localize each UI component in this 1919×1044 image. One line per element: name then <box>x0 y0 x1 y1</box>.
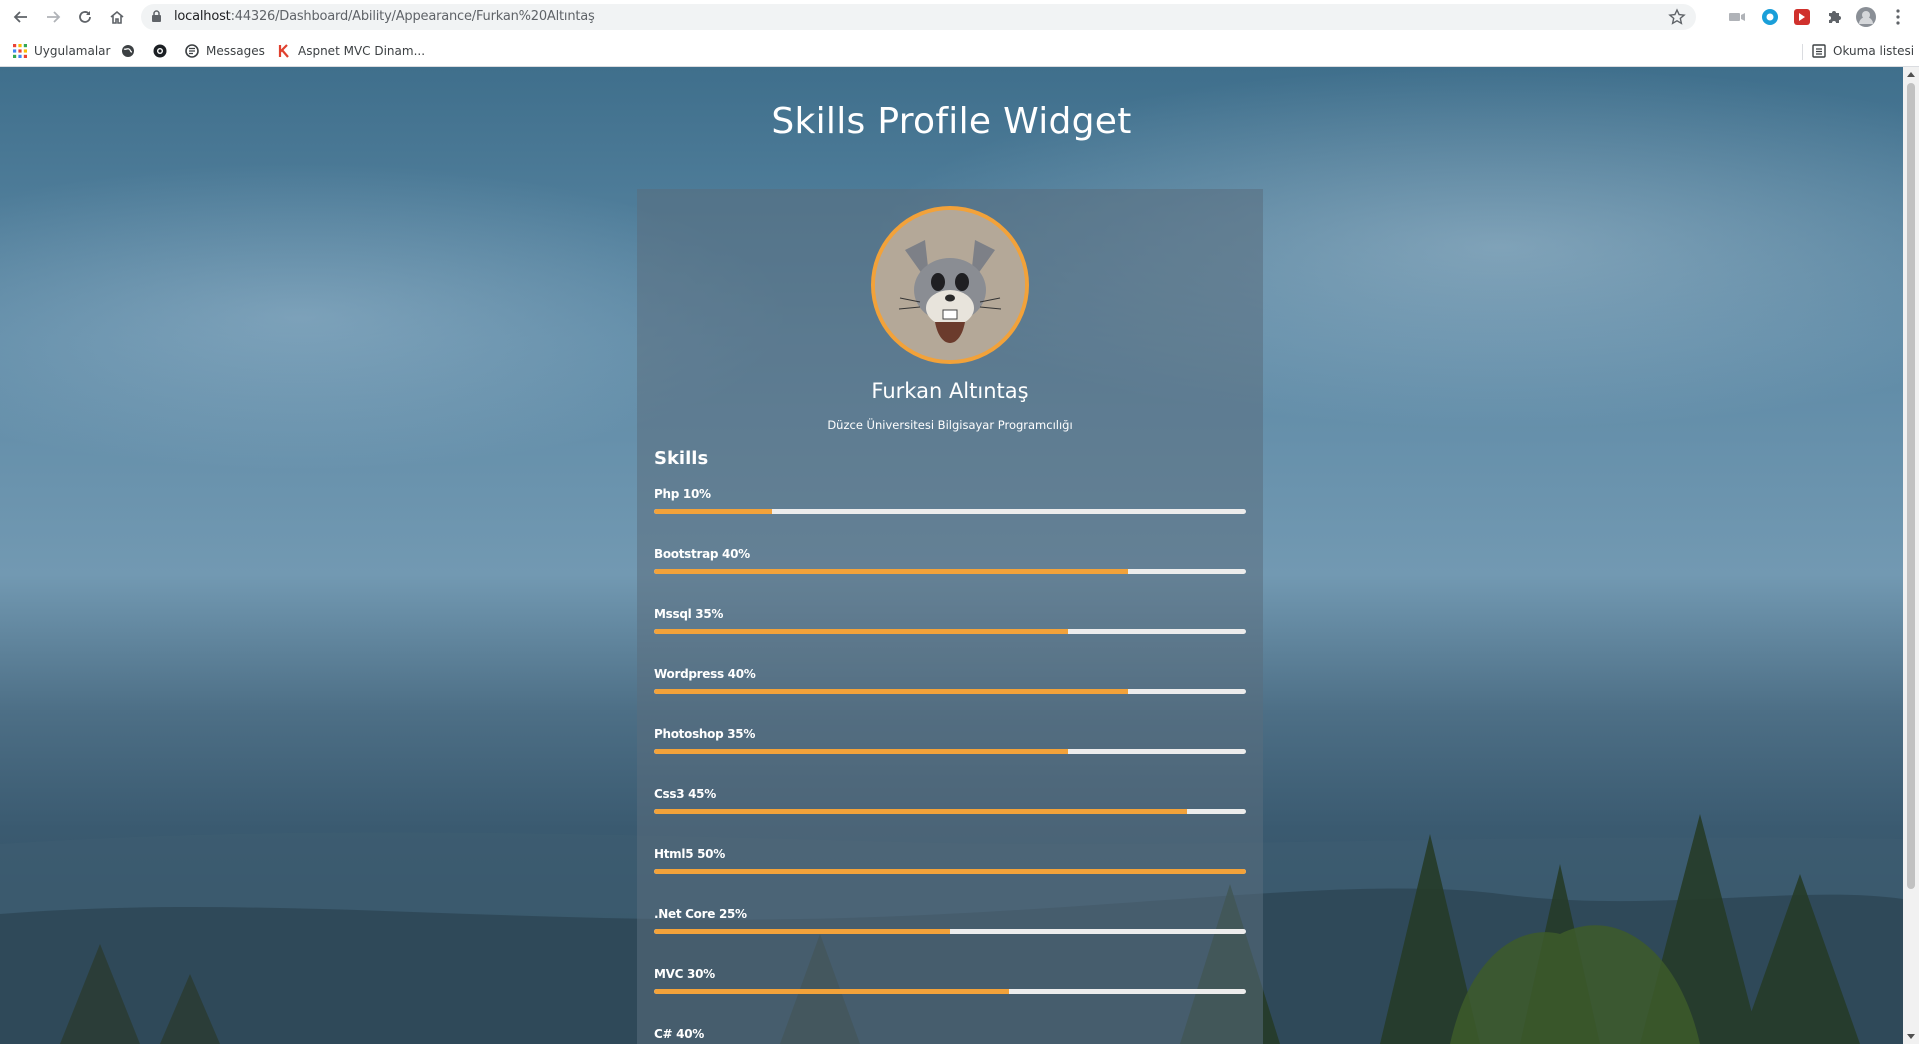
skill-progress-bar <box>654 929 1246 934</box>
skill-item: Photoshop 35% <box>654 727 1246 787</box>
skill-progress-bar <box>654 509 1246 514</box>
bookmark-globe[interactable] <box>121 41 142 61</box>
github-icon <box>153 44 167 58</box>
skill-item: Html5 50% <box>654 847 1246 907</box>
skill-item: Css3 45% <box>654 787 1246 847</box>
skill-label: Php 10% <box>654 487 711 501</box>
cast-icon[interactable] <box>1726 6 1748 28</box>
skill-label: Bootstrap 40% <box>654 547 750 561</box>
profile-name: Furkan Altıntaş <box>871 379 1029 403</box>
skill-label: Photoshop 35% <box>654 727 756 741</box>
skill-progress-fill <box>654 989 1010 994</box>
bookmark-star-icon[interactable] <box>1668 8 1686 31</box>
lock-icon <box>151 10 162 28</box>
browser-toolbar: localhost:44326/Dashboard/Ability/Appear… <box>0 0 1919 34</box>
skill-progress-fill <box>654 869 1246 874</box>
vertical-scrollbar[interactable] <box>1903 67 1919 1044</box>
skills-heading: Skills <box>654 448 709 469</box>
skill-item: Mssql 35% <box>654 607 1246 667</box>
bookmarks-bar: Uygulamalar Messages Aspnet MVC Dinam...… <box>0 34 1919 67</box>
reload-icon <box>79 11 91 23</box>
skill-progress-bar <box>654 569 1246 574</box>
extension-red-icon[interactable] <box>1791 6 1813 28</box>
bookmark-aspnet[interactable]: Aspnet MVC Dinam... <box>277 41 425 61</box>
forward-button[interactable] <box>41 5 65 29</box>
bookmark-aspnet-label: Aspnet MVC Dinam... <box>298 44 426 58</box>
skills-list: Php 10% Bootstrap 40% Mssql 35% Wordpres… <box>654 487 1246 1044</box>
skill-item: Wordpress 40% <box>654 667 1246 727</box>
back-button[interactable] <box>9 5 33 29</box>
skill-progress-bar <box>654 989 1246 994</box>
skill-progress-bar <box>654 809 1246 814</box>
home-icon <box>110 10 124 24</box>
bookmark-apps-label: Uygulamalar <box>34 44 111 58</box>
back-arrow-icon <box>13 11 27 23</box>
apps-grid-icon <box>13 44 27 58</box>
rabbit-cartoon-icon <box>875 210 1025 360</box>
reading-list-button[interactable]: Okuma listesi <box>1812 41 1914 61</box>
url-text: localhost:44326/Dashboard/Ability/Appear… <box>174 9 595 24</box>
skill-progress-bar <box>654 629 1246 634</box>
profile-avatar <box>871 206 1029 364</box>
reading-list-label: Okuma listesi <box>1833 44 1915 58</box>
skill-progress-fill <box>654 569 1128 574</box>
skill-label: .Net Core 25% <box>654 907 747 921</box>
address-bar[interactable]: localhost:44326/Dashboard/Ability/Appear… <box>141 4 1696 30</box>
skill-item: Php 10% <box>654 487 1246 547</box>
bookmark-messages[interactable]: Messages <box>185 41 265 61</box>
skill-progress-bar <box>654 689 1246 694</box>
skill-progress-fill <box>654 929 950 934</box>
messages-icon <box>185 44 199 58</box>
page-viewport: Skills Profile Widget Furkan Altıntaş Dü… <box>0 67 1903 1044</box>
profile-subtitle: Düzce Üniversitesi Bilgisayar Programcıl… <box>827 418 1073 432</box>
skill-label: MVC 30% <box>654 967 715 981</box>
forward-arrow-icon <box>47 11 61 23</box>
page-title: Skills Profile Widget <box>771 101 1132 142</box>
skill-progress-bar <box>654 869 1246 874</box>
skill-label: Css3 45% <box>654 787 716 801</box>
skill-progress-fill <box>654 629 1069 634</box>
profile-avatar-icon[interactable] <box>1855 6 1877 28</box>
extensions-puzzle-icon[interactable] <box>1823 6 1845 28</box>
reload-button[interactable] <box>73 5 97 29</box>
skill-progress-fill <box>654 749 1069 754</box>
skill-label: C# 40% <box>654 1027 704 1041</box>
skill-progress-fill <box>654 689 1128 694</box>
bookmark-messages-label: Messages <box>206 44 265 58</box>
skill-progress-bar <box>654 749 1246 754</box>
home-button[interactable] <box>105 5 129 29</box>
skill-item: .Net Core 25% <box>654 907 1246 967</box>
skill-label: Wordpress 40% <box>654 667 756 681</box>
kebab-menu-icon[interactable] <box>1887 6 1909 28</box>
globe-icon <box>122 45 134 57</box>
skill-item: Bootstrap 40% <box>654 547 1246 607</box>
skill-item: MVC 30% <box>654 967 1246 1027</box>
bookmark-apps[interactable]: Uygulamalar <box>13 41 110 61</box>
skill-progress-fill <box>654 809 1187 814</box>
scroll-up-arrow-icon[interactable] <box>1907 71 1915 79</box>
bookmark-github[interactable] <box>153 41 174 61</box>
profile-card: Furkan Altıntaş Düzce Üniversitesi Bilgi… <box>637 189 1263 1044</box>
scrollbar-thumb[interactable] <box>1907 83 1915 889</box>
skill-item: C# 40% <box>654 1027 1246 1044</box>
skill-label: Mssql 35% <box>654 607 724 621</box>
bookmarks-divider <box>1802 44 1803 60</box>
skill-label: Html5 50% <box>654 847 725 861</box>
reading-list-icon <box>1812 44 1826 58</box>
skill-progress-fill <box>654 509 773 514</box>
extension-blue-icon[interactable] <box>1759 6 1781 28</box>
k-logo-icon <box>278 44 289 58</box>
scroll-down-arrow-icon[interactable] <box>1907 1032 1915 1040</box>
